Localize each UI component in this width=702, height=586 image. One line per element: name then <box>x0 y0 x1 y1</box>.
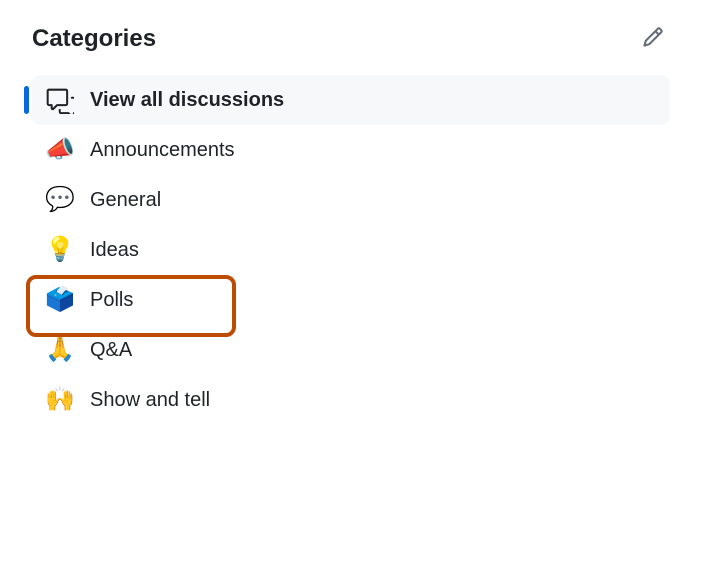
category-label: Announcements <box>90 139 235 162</box>
category-ideas[interactable]: 💡 Ideas <box>32 225 670 275</box>
categories-list: View all discussions 📣 Announcements 💬 G… <box>32 75 670 425</box>
pencil-icon <box>642 26 664 51</box>
selected-indicator <box>24 86 29 114</box>
category-label: General <box>90 189 161 212</box>
category-label: Polls <box>90 289 133 312</box>
category-general[interactable]: 💬 General <box>32 175 670 225</box>
discussion-icon <box>46 86 74 114</box>
ballot-box-icon: 🗳️ <box>46 286 74 314</box>
category-label: Show and tell <box>90 389 210 412</box>
categories-title: Categories <box>32 25 156 53</box>
category-label: Q&A <box>90 339 132 362</box>
category-view-all[interactable]: View all discussions <box>32 75 670 125</box>
category-polls[interactable]: 🗳️ Polls <box>32 275 670 325</box>
lightbulb-icon: 💡 <box>46 236 74 264</box>
category-qa[interactable]: 🙏 Q&A <box>32 325 670 375</box>
category-show-and-tell[interactable]: 🙌 Show and tell <box>32 375 670 425</box>
category-announcements[interactable]: 📣 Announcements <box>32 125 670 175</box>
pray-icon: 🙏 <box>46 336 74 364</box>
categories-header: Categories <box>32 20 670 57</box>
edit-categories-button[interactable] <box>636 20 670 57</box>
category-label: Ideas <box>90 239 139 262</box>
raised-hands-icon: 🙌 <box>46 386 74 414</box>
megaphone-icon: 📣 <box>46 136 74 164</box>
speech-bubble-icon: 💬 <box>46 186 74 214</box>
category-label: View all discussions <box>90 89 284 112</box>
